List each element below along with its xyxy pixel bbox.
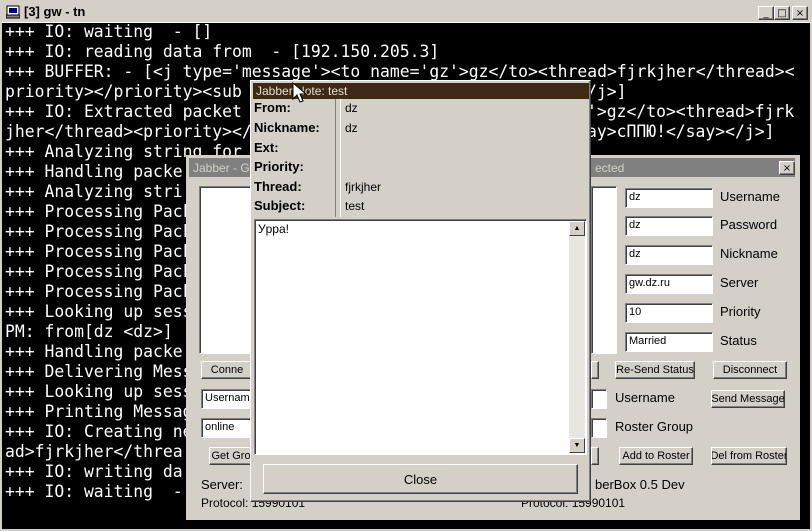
note-field-key: Priority: [254,159,304,174]
scroll-up-icon[interactable]: ▲ [569,221,585,236]
username-field[interactable]: dz [625,188,713,208]
terminal-line: +++ IO: waiting - [] [5,23,213,41]
username-target-input[interactable] [591,389,607,409]
note-field-value: dz [345,121,358,135]
terminal-window-icon [6,5,20,19]
maximize-button[interactable]: □ [774,6,790,20]
note-field-key: Nickname: [254,120,320,135]
priority-label: Priority [720,304,761,319]
note-field-separator[interactable] [335,99,341,217]
roster-group-label: Roster Group [615,419,694,434]
app-version-label: berBox 0.5 Dev [595,477,685,492]
terminal-line-fragment: ay>cППЮ!</say></j>] [587,122,775,141]
status-field[interactable]: Married [625,332,713,352]
close-icon: × [782,162,792,174]
roster-group-input[interactable] [591,418,607,438]
message-list[interactable] [591,186,617,354]
terminal-line-fragment: '>gz</to><thread>fjrk [587,102,795,121]
add-button-edge[interactable] [591,447,599,465]
status-input[interactable]: online [201,418,253,438]
resend-button-edge[interactable] [591,361,599,379]
note-field-key: Subject: [254,198,306,213]
status-label: Status [720,333,757,348]
server-label: Server [720,275,759,290]
password-label: Password [720,217,778,232]
terminal-title: [3] gw - tn [24,4,86,19]
terminal-line: +++ BUFFER: - [<j type='message'><to nam… [5,62,795,81]
note-field-key: Thread: [254,179,302,194]
username-label: Username [720,189,780,204]
add-to-roster-button[interactable]: Add to Roster [619,447,693,465]
note-field-value: fjrkjher [345,180,382,194]
username-input[interactable]: Username [201,389,253,409]
server-info: Server: [201,477,243,492]
nickname-label: Nickname [720,246,778,261]
jabber-title: Jabber - G [193,161,250,175]
nickname-field[interactable]: dz [625,245,713,265]
close-button[interactable]: × [792,6,808,20]
del-from-roster-button[interactable]: Del from Roster [711,447,787,465]
note-body[interactable]: Уppa! ▲ ▼ [254,219,587,455]
note-field-key: Ext: [254,140,279,155]
note-message-text: Уppa! [258,222,289,236]
close-button[interactable]: Close [263,464,578,494]
minimize-button[interactable]: _ [758,6,774,20]
server-field[interactable]: gw.dz.ru [625,274,713,294]
resend-status-button[interactable]: Re-Send Status [615,361,695,379]
username-target-label: Username [615,390,675,405]
jabber-title-status: ected [595,161,625,175]
mouse-cursor-icon [292,82,308,103]
terminal-line: +++ IO: reading data from - [192.150.205… [5,42,440,61]
terminal-titlebar[interactable]: [3] gw - tn _ □ × [2,2,810,23]
terminal-line-fragment: /j>] [587,82,627,101]
message-note-window: Jabber Note: test From: dz Nickname: dz Ext:… [250,80,591,502]
disconnect-button[interactable]: Disconnect [713,361,787,379]
scroll-down-icon[interactable]: ▼ [569,438,585,453]
password-field[interactable]: dz [625,216,713,236]
get-groups-button[interactable]: Get Gro [209,447,253,465]
close-icon: × [795,7,805,19]
connect-button[interactable]: Conne [201,361,253,379]
note-field-value: dz [345,101,358,115]
maximize-icon: □ [777,7,787,19]
priority-field[interactable]: 10 [625,303,713,323]
note-field-value: test [345,199,365,213]
note-field-key: From: [254,100,291,115]
note-scrollbar[interactable]: ▲ ▼ [569,221,585,453]
jabber-close-button[interactable]: × [779,161,795,175]
send-message-button[interactable]: Send Message [711,390,785,408]
minimize-icon: _ [763,7,769,19]
